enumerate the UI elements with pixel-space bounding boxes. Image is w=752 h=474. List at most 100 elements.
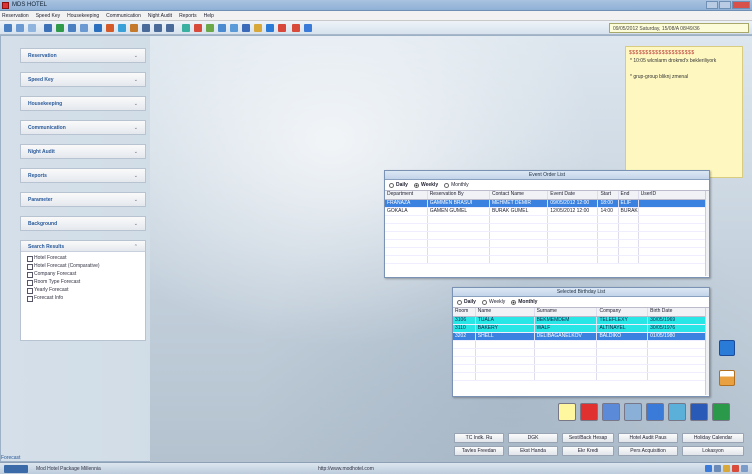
column-header[interactable]: Surname	[534, 308, 598, 317]
toolbar-icon-16[interactable]	[194, 24, 202, 32]
vertical-scrollbar[interactable]	[705, 308, 709, 395]
sidebar-item-background[interactable]: Background ⌄	[20, 216, 146, 231]
chat-icon[interactable]	[719, 340, 735, 356]
radio-weekly[interactable]: Weekly	[413, 182, 438, 188]
toolbar-icon-6[interactable]	[68, 24, 76, 32]
calendar-icon[interactable]	[602, 403, 620, 421]
toolbar-icon-25[interactable]	[304, 24, 312, 32]
menu-housekeeping[interactable]: Housekeeping	[67, 13, 99, 19]
report-link[interactable]: Forecast Info	[21, 294, 145, 302]
tray-icon[interactable]	[732, 465, 739, 472]
menu-reservation[interactable]: Reservation	[2, 13, 29, 19]
bottom-button[interactable]: Hotel Audit Paus	[618, 433, 678, 443]
toolbar-icon-7[interactable]	[80, 24, 88, 32]
minimize-button[interactable]	[706, 1, 718, 9]
table-row[interactable]: 3110 BAKERY WALF ALTINAYEL 30/05/1976	[453, 324, 709, 333]
document-icon[interactable]	[624, 403, 642, 421]
cake-icon[interactable]	[719, 370, 735, 386]
sidebar-item-reservation[interactable]: Reservation ⌄	[20, 48, 146, 63]
report-link[interactable]: Hotel Forecast (Comparative)	[21, 262, 145, 270]
bottom-button[interactable]: Lokasyon	[682, 446, 744, 456]
maximize-button[interactable]	[719, 1, 731, 9]
report-link[interactable]: Yearly Forecast	[21, 286, 145, 294]
sticky-note[interactable]: $$$$$$$$$$$$$$$$$$$$ * 10:05 wlcnlarm dr…	[625, 46, 743, 178]
menu-speed-key[interactable]: Speed Key	[36, 13, 60, 19]
tray-icon[interactable]	[705, 465, 712, 472]
toolbar-icon-3[interactable]	[28, 24, 36, 32]
toolbar-icon-18[interactable]	[218, 24, 226, 32]
menu-communication[interactable]: Communication	[106, 13, 141, 19]
notepad-icon[interactable]	[558, 403, 576, 421]
toolbar-icon-14[interactable]	[166, 24, 174, 32]
menu-help[interactable]: Help	[204, 13, 214, 19]
sidebar-item-reports[interactable]: Reports ⌄	[20, 168, 146, 183]
browser-icon[interactable]	[646, 403, 664, 421]
toolbar-icon-20[interactable]	[242, 24, 250, 32]
vertical-scrollbar[interactable]	[705, 191, 709, 276]
toolbar-icon-22[interactable]	[266, 24, 274, 32]
toolbar-icon-10[interactable]	[118, 24, 126, 32]
table-row[interactable]: FRANAZA GAMMEN BRASUI MEHMET DEMIR 09/05…	[385, 199, 710, 208]
report-link[interactable]: Room Type Forecast	[21, 278, 145, 286]
table-row[interactable]: 3106 TUALA BEKMEMDEM TELEFLEXY 30/05/196…	[453, 316, 709, 325]
bottom-button[interactable]: TC Indk. Ru	[454, 433, 504, 443]
column-header[interactable]: Start	[597, 191, 619, 200]
toolbar-icon-11[interactable]	[130, 24, 138, 32]
column-header[interactable]: Company	[596, 308, 649, 317]
column-header[interactable]: Name	[475, 308, 535, 317]
toolbar-icon-17[interactable]	[206, 24, 214, 32]
website-link[interactable]: http://www.modhotel.com	[318, 466, 374, 472]
search-results-header[interactable]: Search Results ⌃	[21, 241, 145, 252]
table-row[interactable]: GOKALA GAMEN GUMEL BURAK GUMEL 12/05/201…	[385, 207, 710, 216]
bottom-button[interactable]: Ekst Handa	[508, 446, 558, 456]
column-header[interactable]: Contact Name	[489, 191, 549, 200]
menu-reports[interactable]: Reports	[179, 13, 197, 19]
sidebar-item-housekeeping[interactable]: Housekeeping ⌄	[20, 96, 146, 111]
toolbar-icon-23[interactable]	[278, 24, 286, 32]
bottom-button[interactable]: Sest/Back Hesap	[562, 433, 614, 443]
close-button[interactable]	[732, 1, 750, 9]
radio-monthly[interactable]: Monthly	[444, 182, 469, 188]
table-row[interactable]: 3202 SHELL DELIBAGANELKOV BALDIKO 01/05/…	[453, 332, 709, 341]
toolbar-icon-13[interactable]	[154, 24, 162, 32]
toolbar-icon-2[interactable]	[16, 24, 24, 32]
radio-daily[interactable]: Daily	[457, 299, 476, 305]
tray-icon[interactable]	[723, 465, 730, 472]
bottom-button[interactable]: DGK	[508, 433, 558, 443]
bottom-button[interactable]: Pers Acquisition	[618, 446, 678, 456]
column-header[interactable]: UserID	[638, 191, 710, 200]
toolbar-icon-24[interactable]	[292, 24, 300, 32]
sidebar-item-night-audit[interactable]: Night Audit ⌄	[20, 144, 146, 159]
radio-monthly[interactable]: Monthly	[511, 299, 537, 305]
toolbar-icon-9[interactable]	[106, 24, 114, 32]
tray-icon[interactable]	[741, 465, 748, 472]
toolbar-icon-1[interactable]	[4, 24, 12, 32]
toolbar-icon-5[interactable]	[56, 24, 64, 32]
tray-icon[interactable]	[714, 465, 721, 472]
column-header[interactable]: End	[618, 191, 639, 200]
report-link[interactable]: Hotel Forecast	[21, 254, 145, 262]
sidebar-item-parameter[interactable]: Parameter ⌄	[20, 192, 146, 207]
toolbar-icon-12[interactable]	[142, 24, 150, 32]
toolbar-icon-8[interactable]	[94, 24, 102, 32]
column-header[interactable]: Department	[385, 191, 428, 200]
radio-weekly[interactable]: Weekly	[481, 299, 505, 305]
word-icon[interactable]	[690, 403, 708, 421]
column-header[interactable]: Event Date	[547, 191, 599, 200]
menu-night-audit[interactable]: Night Audit	[148, 13, 172, 19]
sidebar-item-speed-key[interactable]: Speed Key ⌄	[20, 72, 146, 87]
column-header[interactable]: Room	[453, 308, 476, 317]
column-header[interactable]: Reservation By	[427, 191, 490, 200]
bottom-button[interactable]: Holiday Calendar	[682, 433, 744, 443]
column-header[interactable]: Birth Date	[647, 308, 709, 317]
toolbar-icon-19[interactable]	[230, 24, 238, 32]
toolbar-icon-21[interactable]	[254, 24, 262, 32]
bottom-button[interactable]: Tavles Freedan	[454, 446, 504, 456]
radio-daily[interactable]: Daily	[389, 182, 408, 188]
messenger-icon[interactable]	[668, 403, 686, 421]
bottom-button[interactable]: Ekr Kredi	[562, 446, 614, 456]
toolbar-icon-4[interactable]	[44, 24, 52, 32]
toolbar-icon-15[interactable]	[182, 24, 190, 32]
alert-icon[interactable]	[580, 403, 598, 421]
excel-icon[interactable]	[712, 403, 730, 421]
